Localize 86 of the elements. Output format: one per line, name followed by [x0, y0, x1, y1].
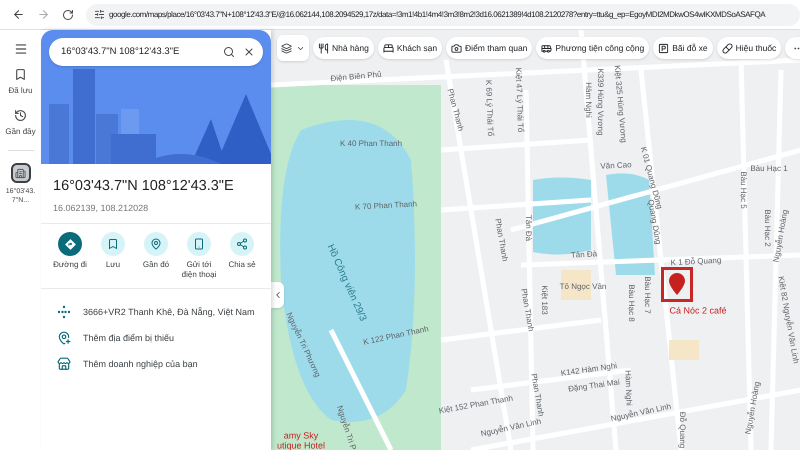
- category-chip[interactable]: Phương tiện công cộng: [536, 37, 650, 59]
- store-icon: [57, 357, 71, 372]
- pill-icon: [722, 42, 733, 54]
- street-label: K 122 Phan Thanh: [362, 325, 430, 347]
- dots-grid-icon: [57, 305, 71, 320]
- camera-icon: [451, 42, 462, 54]
- parking-icon: [658, 42, 670, 54]
- search-icon[interactable]: [223, 46, 235, 58]
- bed-icon: [382, 42, 394, 54]
- detail-text[interactable]: 3666+VR2 Thanh Khê, Đà Nẵng, Việt Nam: [83, 306, 255, 319]
- street-label: Đỗ Quang: [678, 412, 686, 448]
- street-label: Nguyễn Tri P: [335, 404, 357, 450]
- category-chip[interactable]: Nhà hàng: [313, 37, 374, 59]
- street-label: Văn Cao: [600, 161, 632, 171]
- site-info-icon[interactable]: [94, 9, 105, 20]
- street-label: Phan Thanh: [493, 218, 509, 262]
- street-label: Nguyễn Hoàng: [772, 209, 790, 263]
- bookmark-icon: [14, 68, 27, 81]
- street-label: Hàm Nghi: [623, 370, 633, 406]
- share-icon: [236, 238, 248, 250]
- detail-text[interactable]: Thêm doanh nghiệp của bạn: [83, 358, 198, 371]
- rail-item[interactable]: Đã lưu: [8, 68, 33, 97]
- action-button[interactable]: Chia sẻ: [221, 232, 263, 280]
- category-chip[interactable]: Điểm tham quan: [446, 37, 532, 59]
- reload-icon[interactable]: [62, 8, 74, 20]
- street-label: Bàu Hạc 7: [643, 276, 651, 314]
- url-text: google.com/maps/place/16°03'43.7"N+108°12'43.3"E/@16.062144,108.2094529,17z/data=!3m1!4b1!4m4!3m3!8m2!3d16.0621389!4d108.2120278?entry=ttu&g_ep=EgoyMDI2MDkwOS4wIKXMDSoASAFQA: [109, 8, 766, 20]
- category-chip[interactable]: Bãi đỗ xe: [653, 37, 713, 59]
- street-label: Tô Ngọc Vân: [560, 283, 606, 291]
- directions-icon: [64, 238, 76, 251]
- history-icon: [14, 109, 27, 122]
- street-label: K 40 Phan Thanh: [340, 140, 402, 148]
- search-field[interactable]: 16°03'43.7"N 108°12'43.3"E: [49, 38, 263, 66]
- street-label: Kiệt 325 Hùng Vương: [612, 64, 628, 144]
- category-chip[interactable]: Khách sạn: [378, 37, 442, 59]
- street-label: Phan Thanh: [519, 288, 535, 332]
- close-icon[interactable]: [243, 46, 255, 58]
- layers-button[interactable]: [277, 35, 309, 61]
- bus-icon: [541, 42, 552, 54]
- lake-label: Hồ Công viên 29/3: [324, 243, 368, 323]
- street-label: K 70 Phan Thanh: [354, 200, 418, 212]
- action-button[interactable]: Gần đó: [135, 232, 177, 280]
- street-label: K339 Hùng Vương: [596, 68, 604, 136]
- street-label: Kiệt 47 Lý Thái Tổ: [514, 68, 524, 132]
- category-chip[interactable]: Hiệu thuốc: [716, 37, 782, 59]
- street-label: K 1 Đỗ Quang: [670, 256, 722, 268]
- place-coordinates: 16.062139, 108.212028: [53, 202, 150, 215]
- street-label: Phan Thanh: [529, 372, 545, 418]
- street-label: K142 Hàm Nghi: [560, 362, 618, 378]
- street-label: Bàu Hạc 8: [627, 284, 635, 322]
- search-input[interactable]: 16°03'43.7"N 108°12'43.3"E: [61, 44, 215, 60]
- action-button[interactable]: Đường đi: [49, 232, 91, 280]
- rail-item[interactable]: Gần đây: [5, 109, 36, 138]
- location-pin-icon[interactable]: [669, 273, 685, 295]
- address-bar[interactable]: google.com/maps/place/16°03'43.7"N+108°12'43.3"E/@16.062144,108.2094529,17z/data=!3m1!4b1!4m4!3m3!8m2!3d16.0621389!4d108.2120278?entry=ttu&g_ep=EgoyMDI2MDkwOS4wIKXMDSoASAFQA: [86, 4, 800, 26]
- building-icon: [15, 168, 26, 178]
- street-label: Kiệt 152 Phan Thanh: [438, 394, 514, 416]
- street-label: Bàu Hạc 2: [763, 209, 771, 247]
- bookmark-icon: [107, 238, 119, 250]
- place-label: Cá Nóc 2 café: [669, 306, 727, 316]
- street-label: Kiệt 183: [540, 285, 548, 315]
- street-label: Tản Đà: [524, 214, 532, 242]
- add-pin-icon: [57, 331, 71, 346]
- street-label: Kiệt 82 Nguyễn Văn Linh: [776, 276, 800, 364]
- phone-icon: [193, 238, 205, 250]
- street-label: Nguyễn Văn Linh: [480, 418, 542, 438]
- place-label: amy Sky: [284, 432, 318, 440]
- action-button[interactable]: Gửi tới điện thoại: [178, 232, 220, 280]
- action-button[interactable]: Lưu: [92, 232, 134, 280]
- street-label: Bàu Hạc 5: [739, 171, 747, 209]
- menu-icon[interactable]: [14, 42, 28, 56]
- street-label: Bàu Hạc 1: [750, 165, 788, 173]
- street-label: K 69 Lý Thái Tổ: [484, 80, 494, 136]
- fork-knife-icon: [318, 42, 329, 54]
- map-pin-icon: [150, 238, 162, 250]
- place-label: utique Hotel: [276, 442, 326, 450]
- layers-icon: [281, 42, 292, 54]
- street-label: Phan Thanh: [446, 88, 464, 132]
- place-title: 16°03'43.7"N 108°12'43.3"E: [53, 177, 235, 196]
- back-icon[interactable]: [12, 8, 25, 21]
- street-label: Hàm Nghi: [584, 82, 592, 118]
- street-label: Đặng Thai Mai: [568, 378, 620, 394]
- detail-text[interactable]: Thêm địa điểm bị thiếu: [83, 332, 174, 345]
- street-label: Nguyễn Hoàng: [744, 381, 762, 435]
- street-label: Tản Đà: [570, 250, 598, 260]
- street-label: Điện Biên Phủ: [330, 70, 382, 84]
